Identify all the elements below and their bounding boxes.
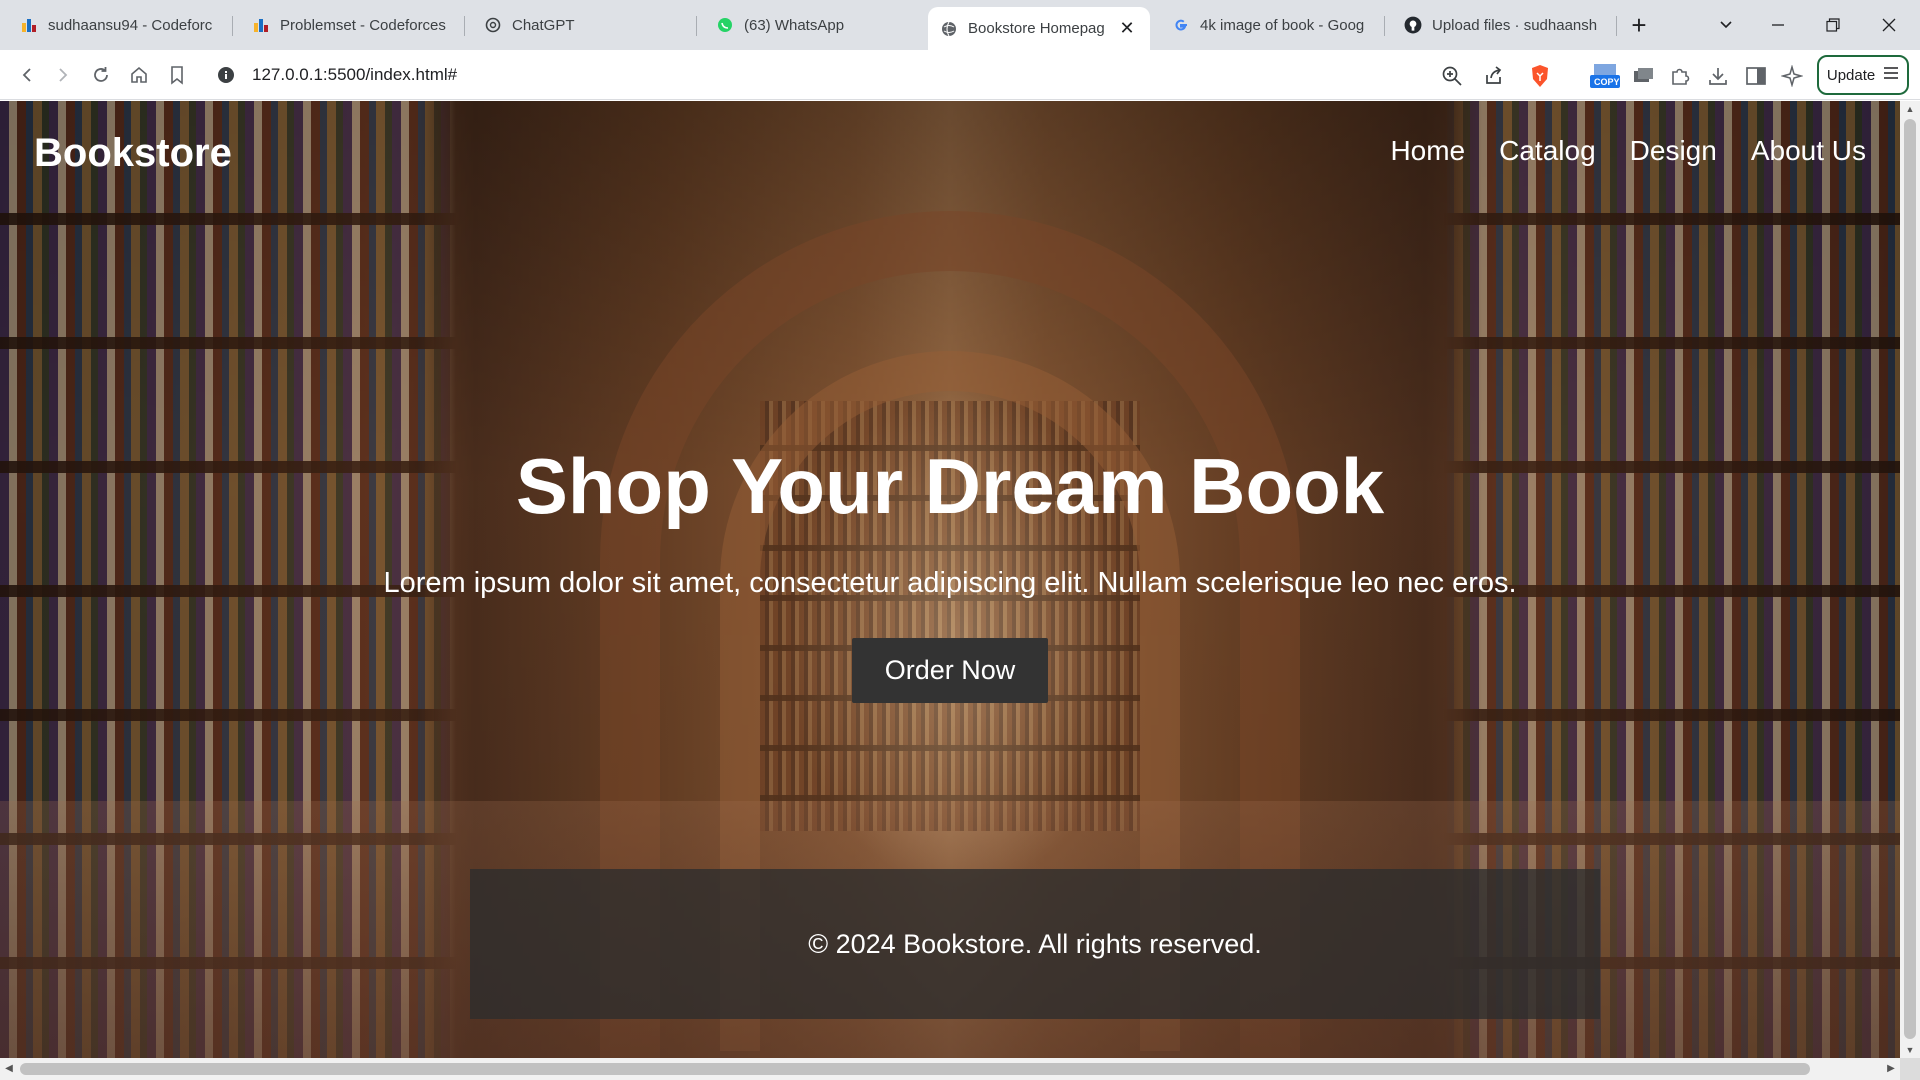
update-button[interactable]: Update [1817, 55, 1909, 95]
tab-search-icon[interactable] [1703, 8, 1749, 42]
globe-icon [940, 20, 958, 38]
codeforces-icon [20, 16, 38, 34]
tab-title: (63) WhatsApp [744, 16, 845, 34]
tab-title: ChatGPT [512, 16, 575, 34]
new-tab-icon[interactable]: + [1616, 8, 1662, 42]
scroll-right-icon[interactable]: ▶ [1882, 1058, 1900, 1080]
footer-copyright: © 2024 Bookstore. All rights reserved. [808, 928, 1262, 959]
site-brand[interactable]: Bookstore [34, 131, 232, 176]
screen-extension-icon[interactable] [1630, 62, 1658, 90]
copy-extension-icon[interactable]: COPY [1588, 62, 1622, 90]
order-now-button[interactable]: Order Now [852, 638, 1048, 703]
browser-toolbar: 127.0.0.1:5500/index.html# COPY Update [0, 50, 1920, 100]
tab-separator [696, 16, 697, 36]
scroll-up-icon[interactable]: ▲ [1900, 101, 1920, 117]
vertical-scroll-thumb[interactable] [1904, 119, 1916, 1039]
update-label: Update [1826, 66, 1876, 84]
tab-title: sudhaansu94 - Codeforc [48, 16, 213, 34]
tab-separator [464, 16, 465, 36]
page-viewport: Bookstore Home Catalog Design About Us S… [0, 101, 1900, 1058]
horizontal-scrollbar[interactable]: ◀ ▶ [0, 1058, 1900, 1080]
nav-catalog[interactable]: Catalog [1499, 135, 1596, 167]
tab-title: Bookstore Homepag [968, 20, 1105, 37]
nav-design[interactable]: Design [1630, 135, 1717, 167]
codeforces-icon [252, 16, 270, 34]
scrollbar-corner [1900, 1058, 1920, 1080]
scroll-down-icon[interactable]: ▼ [1900, 1042, 1920, 1058]
tab-codeforces-problemset[interactable]: Problemset - Codeforces [240, 7, 462, 43]
site-info-icon[interactable] [216, 65, 236, 85]
reload-icon[interactable] [88, 62, 114, 88]
whatsapp-icon [716, 16, 734, 34]
main-nav: Home Catalog Design About Us [1390, 135, 1866, 167]
extensions-puzzle-icon[interactable] [1666, 62, 1694, 90]
url-text: 127.0.0.1:5500/index.html# [252, 65, 458, 84]
minimize-icon[interactable] [1755, 8, 1801, 42]
tab-separator [232, 16, 233, 36]
page-footer: © 2024 Bookstore. All rights reserved. [470, 869, 1600, 1019]
bookmark-icon[interactable] [164, 62, 190, 88]
close-window-icon[interactable] [1866, 8, 1912, 42]
share-icon[interactable] [1480, 62, 1508, 90]
horizontal-scroll-thumb[interactable] [20, 1063, 1810, 1075]
hero-title: Shop Your Dream Book [515, 442, 1385, 530]
tab-strip: sudhaansu94 - Codeforc Problemset - Code… [0, 0, 1920, 50]
tab-title: Problemset - Codeforces [280, 16, 446, 34]
tab-separator [1384, 16, 1385, 36]
leo-ai-icon[interactable] [1778, 62, 1806, 90]
address-bar[interactable]: 127.0.0.1:5500/index.html# [206, 56, 1536, 94]
github-icon [1404, 16, 1422, 34]
vertical-scrollbar[interactable]: ▲ ▼ [1900, 101, 1920, 1058]
chatgpt-icon [484, 16, 502, 34]
tab-github[interactable]: Upload files · sudhaansh [1392, 7, 1614, 43]
tab-whatsapp[interactable]: (63) WhatsApp [704, 7, 926, 43]
brave-shield-icon[interactable] [1526, 62, 1554, 90]
hero-subtitle: Lorem ipsum dolor sit amet, consectetur … [383, 567, 1517, 599]
tab-google-search[interactable]: 4k image of book - Goog [1160, 7, 1382, 43]
close-tab-icon[interactable]: ✕ [1118, 18, 1136, 39]
copy-badge: COPY [1594, 77, 1620, 87]
back-icon[interactable] [14, 62, 40, 88]
nav-home[interactable]: Home [1390, 135, 1465, 167]
tab-chatgpt[interactable]: ChatGPT [472, 7, 694, 43]
home-icon[interactable] [126, 62, 152, 88]
tab-title: 4k image of book - Goog [1200, 16, 1365, 34]
scroll-left-icon[interactable]: ◀ [0, 1058, 18, 1080]
tab-bookstore-active[interactable]: Bookstore Homepag ✕ [928, 7, 1150, 50]
download-icon[interactable] [1704, 62, 1732, 90]
forward-icon[interactable] [50, 62, 76, 88]
tab-codeforces-profile[interactable]: sudhaansu94 - Codeforc [8, 7, 230, 43]
menu-icon [1883, 66, 1899, 84]
google-icon [1172, 16, 1190, 34]
nav-about-us[interactable]: About Us [1751, 135, 1866, 167]
side-panel-icon[interactable] [1742, 62, 1770, 90]
restore-icon[interactable] [1810, 8, 1856, 42]
tab-title: Upload files · sudhaansh [1432, 16, 1598, 34]
zoom-icon[interactable] [1438, 62, 1466, 90]
